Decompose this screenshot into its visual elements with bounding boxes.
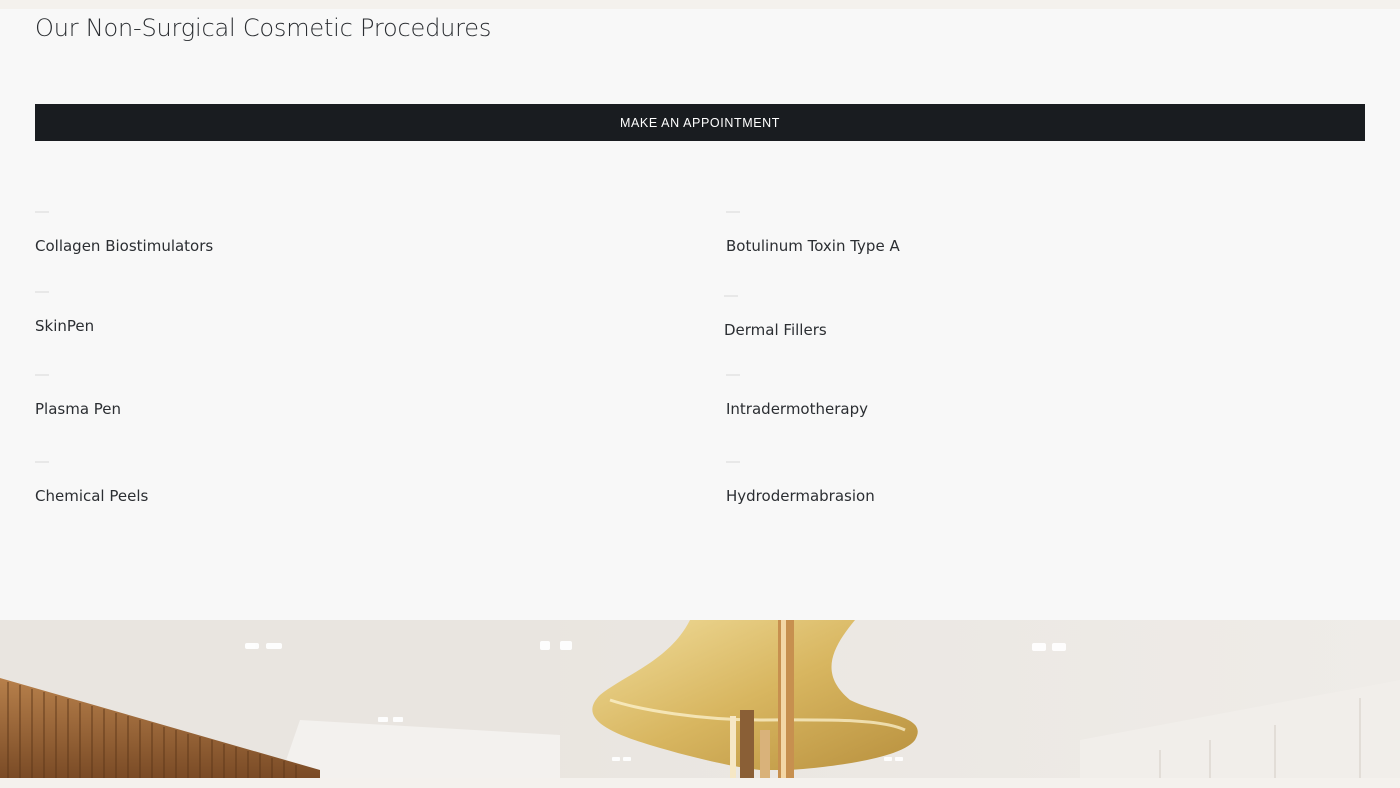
procedure-label[interactable]: Collagen Biostimulators <box>35 237 213 255</box>
procedure-label[interactable]: Chemical Peels <box>35 487 148 505</box>
procedure-label[interactable]: Plasma Pen <box>35 400 121 418</box>
procedure-item-intradermotherapy[interactable]: Intradermotherapy <box>726 374 868 418</box>
procedure-label[interactable]: SkinPen <box>35 317 94 335</box>
make-appointment-button[interactable]: MAKE AN APPOINTMENT <box>35 104 1365 141</box>
procedure-label[interactable]: Hydrodermabrasion <box>726 487 875 505</box>
procedure-item-dermal-fillers[interactable]: Dermal Fillers <box>724 295 827 339</box>
divider-dash <box>726 374 740 376</box>
procedures-section: Our Non-Surgical Cosmetic Procedures MAK… <box>0 9 1400 620</box>
procedure-item-collagen-biostimulators[interactable]: Collagen Biostimulators <box>35 211 213 255</box>
divider-dash <box>35 374 49 376</box>
procedure-label[interactable]: Botulinum Toxin Type A <box>726 237 900 255</box>
procedure-item-hydrodermabrasion[interactable]: Hydrodermabrasion <box>726 461 875 505</box>
divider-dash <box>724 295 738 297</box>
divider-dash <box>726 461 740 463</box>
clinic-interior-image <box>0 620 1400 778</box>
procedure-label[interactable]: Intradermotherapy <box>726 400 868 418</box>
procedure-item-plasma-pen[interactable]: Plasma Pen <box>35 374 121 418</box>
procedure-item-botulinum-toxin[interactable]: Botulinum Toxin Type A <box>726 211 900 255</box>
procedure-label[interactable]: Dermal Fillers <box>724 321 827 339</box>
procedure-item-chemical-peels[interactable]: Chemical Peels <box>35 461 148 505</box>
divider-dash <box>726 211 740 213</box>
divider-dash <box>35 211 49 213</box>
divider-dash <box>35 291 49 293</box>
section-title: Our Non-Surgical Cosmetic Procedures <box>35 14 492 42</box>
divider-dash <box>35 461 49 463</box>
procedure-item-skinpen[interactable]: SkinPen <box>35 291 94 335</box>
